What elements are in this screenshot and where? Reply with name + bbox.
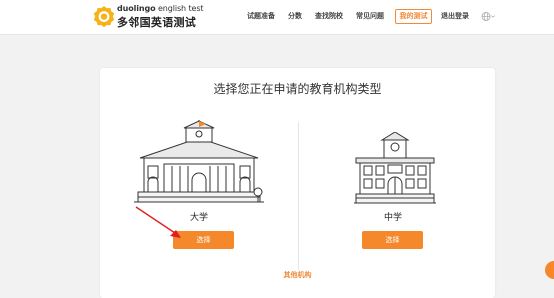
nav-faq[interactable]: 常见问题 xyxy=(356,11,384,21)
option-label-university: 大学 xyxy=(189,213,208,223)
select-high-school-button[interactable]: 选择 xyxy=(362,231,423,249)
option-label-high-school: 中学 xyxy=(383,213,402,223)
red-annotation-arrow xyxy=(135,206,181,238)
other-institution-link[interactable]: 其他机构 xyxy=(100,270,495,280)
logo-english-text: duolingo english test xyxy=(117,4,204,13)
school-building-icon xyxy=(354,132,436,204)
page-title: 选择您正在申请的教育机构类型 xyxy=(213,82,382,96)
options-divider xyxy=(298,122,299,270)
university-building-icon xyxy=(134,120,264,203)
top-navigation-bar: duolingo english test 多邻国英语测试 试题准备 分数 查找… xyxy=(0,0,554,35)
duolingo-logo-icon[interactable] xyxy=(93,5,115,27)
nav-my-tests[interactable]: 我的测试 xyxy=(395,9,432,24)
nav-test-prep[interactable]: 试题准备 xyxy=(247,11,275,21)
nav-find-schools[interactable]: 查找院校 xyxy=(315,11,343,21)
globe-icon[interactable] xyxy=(481,11,495,22)
logout-link[interactable]: 退出登录 xyxy=(441,11,469,21)
institution-type-card: 选择您正在申请的教育机构类型 大学 选择 中学 选择 其他机构 xyxy=(100,68,495,298)
logo-chinese-text: 多邻国英语测试 xyxy=(117,16,197,29)
floating-action-button[interactable] xyxy=(545,261,554,279)
nav-scores[interactable]: 分数 xyxy=(288,11,302,21)
